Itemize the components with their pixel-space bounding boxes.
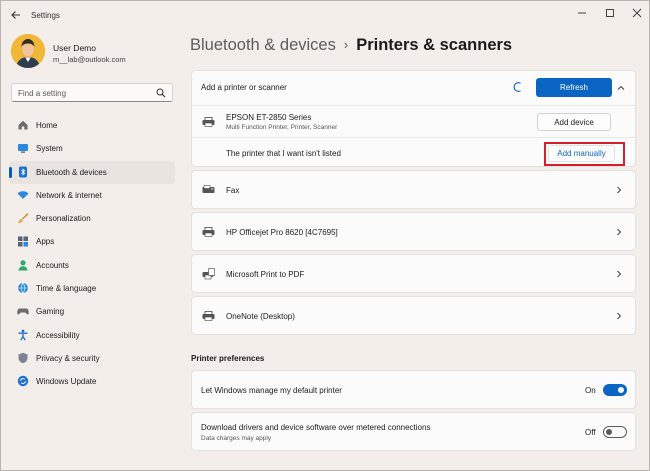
sidebar-item-label: Personalization (36, 214, 91, 224)
sidebar-item-apps[interactable]: Apps (9, 230, 175, 253)
sidebar-item-bluetooth-devices[interactable]: Bluetooth & devices (9, 160, 175, 184)
sidebar-item-accessibility[interactable]: Accessibility (9, 324, 175, 347)
search-box[interactable] (11, 83, 173, 102)
default-printer-toggle[interactable] (603, 384, 627, 396)
search-input[interactable] (18, 87, 153, 99)
maximize-icon[interactable] (601, 6, 619, 20)
sidebar-item-time-language[interactable]: Time & language (9, 277, 175, 300)
sidebar-item-label: Bluetooth & devices (36, 167, 107, 177)
setting-label: Let Windows manage my default printer (201, 386, 342, 395)
home-icon (17, 119, 29, 131)
toggle-state-label: On (585, 386, 596, 395)
toggle-state-label: Off (585, 428, 596, 437)
printer-icon (202, 311, 215, 321)
divider (192, 137, 635, 138)
brush-icon (17, 212, 29, 224)
sidebar-item-label: Privacy & security (36, 353, 100, 363)
metered-download-toggle[interactable] (603, 426, 627, 438)
update-icon (17, 375, 29, 387)
sidebar-item-label: Apps (36, 237, 55, 247)
chevron-up-icon[interactable] (617, 84, 625, 92)
toggle-knob (606, 429, 612, 435)
system-icon (17, 142, 29, 154)
found-device-name: EPSON ET-2850 Series (226, 113, 312, 122)
loading-spinner-icon (513, 82, 523, 92)
default-printer-setting: Let Windows manage my default printer On (191, 370, 636, 409)
sidebar-item-network[interactable]: Network & internet (9, 184, 175, 207)
sidebar-nav: Home System Bluetooth & devices Network … (9, 114, 175, 394)
sidebar-item-home[interactable]: Home (9, 114, 175, 137)
highlight-box (544, 142, 625, 166)
chevron-right-icon (615, 270, 623, 278)
metered-download-setting: Download drivers and device software ove… (191, 412, 636, 451)
accounts-icon (17, 259, 29, 271)
active-indicator (9, 166, 12, 178)
user-name: User Demo (53, 43, 96, 53)
user-email: m__lab@outlook.com (53, 55, 126, 64)
setting-sublabel: Data charges may apply (201, 435, 272, 442)
add-device-button[interactable]: Add device (537, 113, 611, 131)
printer-name: Microsoft Print to PDF (226, 270, 305, 279)
back-arrow-icon[interactable] (10, 9, 22, 21)
sidebar-item-label: Gaming (36, 307, 65, 317)
chevron-right-icon (615, 312, 623, 320)
printer-icon (202, 117, 215, 127)
sidebar-item-personalization[interactable]: Personalization (9, 207, 175, 230)
globe-icon (17, 282, 29, 294)
chevron-right-icon (615, 186, 623, 194)
minimize-icon[interactable] (573, 6, 591, 20)
settings-window: Settings User Demo m__lab@outlook.com Fi… (0, 0, 650, 471)
printer-row[interactable]: OneNote (Desktop) (191, 296, 636, 335)
breadcrumb-separator: › (343, 37, 349, 52)
add-printer-label: Add a printer or scanner (201, 83, 287, 92)
wifi-icon (17, 189, 29, 201)
printer-row[interactable]: Fax (191, 170, 636, 209)
search-icon[interactable] (156, 88, 166, 98)
bluetooth-icon (17, 166, 29, 178)
pdf-printer-icon (202, 268, 215, 280)
setting-label: Download drivers and device software ove… (201, 423, 431, 432)
sidebar-item-label: Accessibility (36, 330, 80, 340)
fax-icon (202, 185, 215, 195)
title-bar: Settings (1, 1, 649, 31)
printer-name: OneNote (Desktop) (226, 312, 295, 321)
window-title: Settings (31, 11, 60, 20)
refresh-button[interactable]: Refresh (536, 78, 612, 97)
sidebar-item-label: Accounts (36, 260, 69, 270)
sidebar-item-windows-update[interactable]: Windows Update (9, 370, 175, 393)
avatar (11, 34, 45, 68)
chevron-right-icon (615, 228, 623, 236)
sidebar-item-label: System (36, 144, 63, 154)
sidebar-item-label: Network & internet (36, 190, 102, 200)
sidebar-item-label: Time & language (36, 284, 97, 294)
shield-icon (17, 352, 29, 364)
breadcrumb: Bluetooth & devices › Printers & scanners (190, 36, 512, 58)
not-listed-label: The printer that I want isn't listed (226, 149, 341, 158)
sidebar-item-label: Home (36, 121, 58, 130)
printer-row[interactable]: HP Officejet Pro 8620 [4C7695] (191, 212, 636, 251)
gaming-icon (17, 305, 29, 317)
accessibility-icon (17, 329, 29, 341)
printer-row[interactable]: Microsoft Print to PDF (191, 254, 636, 293)
sidebar-item-system[interactable]: System (9, 137, 175, 160)
printer-icon (202, 227, 215, 237)
apps-icon (17, 235, 29, 247)
found-device-description: Multi Function Printer, Printer, Scanner (226, 124, 338, 131)
printer-name: Fax (226, 186, 240, 195)
sidebar-item-privacy[interactable]: Privacy & security (9, 347, 175, 370)
user-profile[interactable]: User Demo m__lab@outlook.com (11, 34, 181, 74)
sidebar-item-accounts[interactable]: Accounts (9, 254, 175, 277)
section-title: Printer preferences (191, 354, 265, 363)
breadcrumb-parent[interactable]: Bluetooth & devices (190, 36, 336, 54)
sidebar-item-label: Windows Update (36, 377, 97, 387)
toggle-knob (618, 387, 624, 393)
printer-name: HP Officejet Pro 8620 [4C7695] (226, 228, 338, 237)
page-title: Printers & scanners (356, 36, 513, 54)
add-printer-card: Add a printer or scanner Refresh EPSON E… (191, 70, 636, 167)
close-icon[interactable] (628, 6, 646, 20)
sidebar-item-gaming[interactable]: Gaming (9, 300, 175, 323)
divider (192, 105, 635, 106)
